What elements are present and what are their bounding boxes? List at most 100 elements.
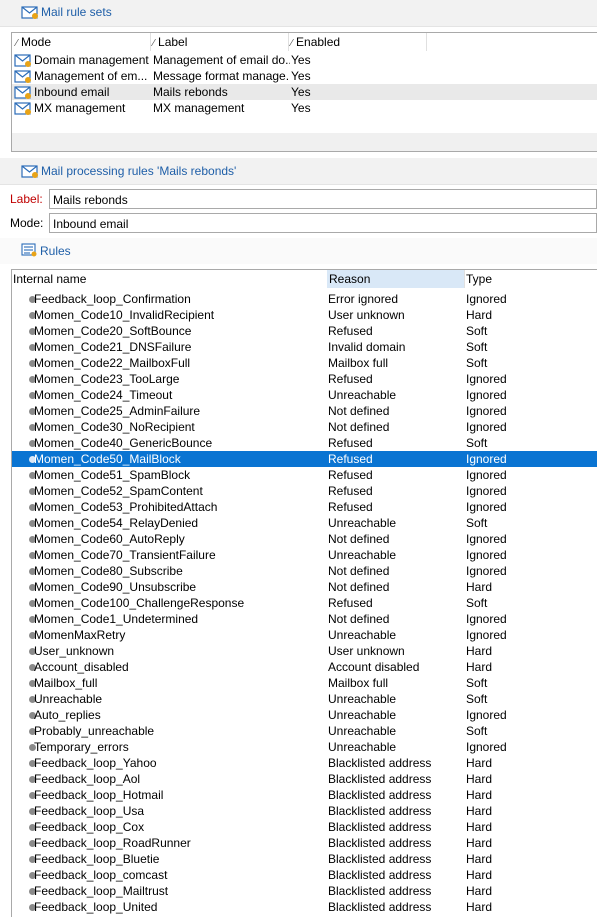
rule-internal-name: Probably_unreachable xyxy=(34,724,155,738)
rule-row[interactable]: Unreachable Unreachable Soft xyxy=(12,691,597,707)
rule-row[interactable]: Momen_Code40_GenericBounce Refused Soft xyxy=(12,435,597,451)
rule-row[interactable]: Auto_replies Unreachable Ignored xyxy=(12,707,597,723)
column-header-enabled[interactable]: ⁄ Enabled xyxy=(291,33,340,51)
rule-reason: Unreachable xyxy=(328,388,397,402)
rule-type: Soft xyxy=(466,356,488,370)
rule-row[interactable]: Probably_unreachable Unreachable Soft xyxy=(12,723,597,739)
rule-row[interactable]: Feedback_loop_Hotmail Blacklisted address… xyxy=(12,787,597,803)
rule-row[interactable]: Momen_Code20_SoftBounce Refused Soft xyxy=(12,323,597,339)
rule-internal-name: Feedback_loop_Bluetie xyxy=(34,852,160,866)
rules-list-icon xyxy=(21,243,37,257)
rule-set-row[interactable]: Management of em... Message format manag… xyxy=(12,68,597,84)
mode-field-label: Mode: xyxy=(10,216,44,230)
rule-sets-table: ⁄ Mode ⁄ Label ⁄ Enabled Domain manageme… xyxy=(11,32,597,152)
rule-internal-name: Momen_Code51_SpamBlock xyxy=(34,468,191,482)
rule-row[interactable]: Feedback_loop_Aol Blacklisted address Hard xyxy=(12,771,597,787)
rule-row[interactable]: Feedback_loop_Mailtrust Blacklisted addre… xyxy=(12,883,597,899)
horizontal-scrollbar[interactable] xyxy=(12,133,597,151)
rule-row[interactable]: Feedback_loop_Cox Blacklisted address Hard xyxy=(12,819,597,835)
rule-row[interactable]: Momen_Code90_Unsubscribe Not defined Hard xyxy=(12,579,597,595)
rule-type: Hard xyxy=(466,884,493,898)
rule-type: Soft xyxy=(466,676,488,690)
rules-table: Internal name Reason Type Feedback_loop_… xyxy=(11,269,597,917)
rule-row[interactable]: User_unknown User unknown Hard xyxy=(12,643,597,659)
rule-row[interactable]: Feedback_loop_comcast Blacklisted address… xyxy=(12,867,597,883)
rule-internal-name: Unreachable xyxy=(34,692,103,706)
rule-internal-name: Momen_Code20_SoftBounce xyxy=(34,324,192,338)
rule-reason: Unreachable xyxy=(328,740,397,754)
column-header-type[interactable]: Type xyxy=(466,270,586,288)
rule-reason: Blacklisted address xyxy=(328,868,432,882)
rule-reason: Error ignored xyxy=(328,292,399,306)
mail-rule-icon xyxy=(14,54,31,67)
rule-internal-name: Momen_Code25_AdminFailure xyxy=(34,404,201,418)
rule-internal-name: Feedback_loop_RoadRunner xyxy=(34,836,191,850)
rule-row[interactable]: Momen_Code51_SpamBlock Refused Ignored xyxy=(12,467,597,483)
rule-reason: Not defined xyxy=(328,564,390,578)
rule-internal-name: Feedback_loop_Hotmail xyxy=(34,788,164,802)
rule-row[interactable]: Momen_Code52_SpamContent Refused Ignored xyxy=(12,483,597,499)
rule-reason: Refused xyxy=(328,372,373,386)
rule-type: Ignored xyxy=(466,548,507,562)
label-input[interactable]: Mails rebonds xyxy=(49,189,597,209)
processing-rules-header: Mail processing rules 'Mails rebonds' xyxy=(0,158,597,185)
rule-reason: Blacklisted address xyxy=(328,852,432,866)
rule-row[interactable]: Momen_Code22_MailboxFull Mailbox full Soft xyxy=(12,355,597,371)
rule-row[interactable]: Feedback_loop_Usa Blacklisted address Hard xyxy=(12,803,597,819)
rule-internal-name: Feedback_loop_Confirmation xyxy=(34,292,191,306)
rule-row[interactable]: Momen_Code21_DNSFailure Invalid domain Sof… xyxy=(12,339,597,355)
rule-type: Ignored xyxy=(466,420,507,434)
rule-row[interactable]: Feedback_loop_RoadRunner Blacklisted addr… xyxy=(12,835,597,851)
rule-internal-name: Feedback_loop_Yahoo xyxy=(34,756,157,770)
rule-row[interactable]: Momen_Code100_ChallengeResponse Refused So… xyxy=(12,595,597,611)
rule-row[interactable]: Momen_Code70_TransientFailure Unreachable… xyxy=(12,547,597,563)
rule-row[interactable]: Momen_Code80_Subscribe Not defined Ignored xyxy=(12,563,597,579)
rule-type: Ignored xyxy=(466,500,507,514)
rule-set-row-selected[interactable]: Inbound email Mails rebonds Yes xyxy=(12,84,597,100)
column-header-reason[interactable]: Reason xyxy=(327,270,464,288)
rule-internal-name: Momen_Code30_NoRecipient xyxy=(34,420,195,434)
rule-type: Soft xyxy=(466,596,488,610)
rule-internal-name: Mailbox_full xyxy=(34,676,98,690)
rule-row[interactable]: Feedback_loop_Confirmation Error ignored I… xyxy=(12,291,597,307)
rule-row[interactable]: Momen_Code60_AutoReply Not defined Ignored xyxy=(12,531,597,547)
rule-internal-name: Momen_Code90_Unsubscribe xyxy=(34,580,197,594)
rule-internal-name: Momen_Code52_SpamContent xyxy=(34,484,203,498)
rule-type: Ignored xyxy=(466,292,507,306)
mode-input[interactable]: Inbound email xyxy=(49,213,597,233)
rule-type: Ignored xyxy=(466,388,507,402)
rule-row[interactable]: Momen_Code23_TooLarge Refused Ignored xyxy=(12,371,597,387)
rule-type: Ignored xyxy=(466,452,507,466)
rule-row[interactable]: Momen_Code54_RelayDenied Unreachable Soft xyxy=(12,515,597,531)
rule-row[interactable]: Momen_Code1_Undetermined Not defined Ignor… xyxy=(12,611,597,627)
rule-set-row[interactable]: Domain management Management of email do… xyxy=(12,52,597,68)
rule-row[interactable]: Momen_Code10_InvalidRecipient User unknow… xyxy=(12,307,597,323)
rule-row[interactable]: Momen_Code25_AdminFailure Not defined Igno… xyxy=(12,403,597,419)
rule-reason: Blacklisted address xyxy=(328,756,432,770)
rule-reason: User unknown xyxy=(328,308,405,322)
rule-row[interactable]: Account_disabled Account disabled Hard xyxy=(12,659,597,675)
rule-row[interactable]: Momen_Code24_Timeout Unreachable Ignored xyxy=(12,387,597,403)
column-header-internal-name[interactable]: Internal name xyxy=(13,270,325,288)
rule-type: Soft xyxy=(466,340,488,354)
mail-rule-icon xyxy=(21,165,38,178)
rule-reason: Refused xyxy=(328,436,373,450)
rule-reason: Unreachable xyxy=(328,516,397,530)
mail-rule-icon xyxy=(14,70,31,83)
column-header-label[interactable]: ⁄ Label xyxy=(153,33,187,51)
rule-type: Hard xyxy=(466,868,493,882)
rule-type: Ignored xyxy=(466,628,507,642)
rule-row[interactable]: Temporary_errors Unreachable Ignored xyxy=(12,739,597,755)
rule-row[interactable]: Mailbox_full Mailbox full Soft xyxy=(12,675,597,691)
column-header-mode[interactable]: ⁄ Mode xyxy=(16,33,51,51)
rule-row[interactable]: Feedback_loop_Yahoo Blacklisted address Ha… xyxy=(12,755,597,771)
mail-rule-icon xyxy=(14,102,31,115)
rule-set-row[interactable]: MX management MX management Yes xyxy=(12,100,597,116)
rule-row[interactable]: Momen_Code30_NoRecipient Not defined Ignor… xyxy=(12,419,597,435)
rule-row[interactable]: Momen_Code53_ProhibitedAttach Refused Igno… xyxy=(12,499,597,515)
rule-row-selected[interactable]: Momen_Code50_MailBlock Refused Ignored xyxy=(12,451,597,467)
rule-row[interactable]: Feedback_loop_United Blacklisted address H… xyxy=(12,899,597,915)
rule-row[interactable]: Feedback_loop_Bluetie Blacklisted address… xyxy=(12,851,597,867)
rule-type: Soft xyxy=(466,436,488,450)
rule-row[interactable]: MomenMaxRetry Unreachable Ignored xyxy=(12,627,597,643)
